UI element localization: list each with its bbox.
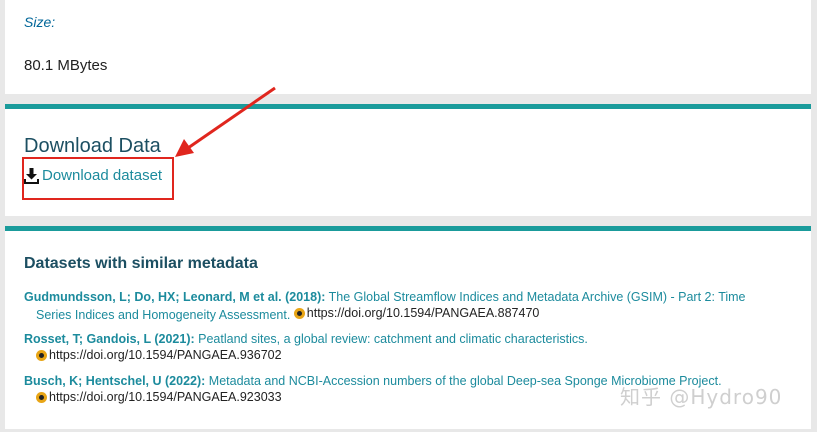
dataset-entry: Rosset, T; Gandois, L (2021): Peatland s… [24,331,784,365]
doi-icon [293,307,305,319]
watermark: 知乎 @Hydro90 [620,385,783,409]
dataset-entry: Gudmundsson, L; Do, HX; Leonard, M et al… [24,289,784,323]
entry-doi-link[interactable]: https://doi.org/10.1594/PANGAEA.936702 [24,347,282,363]
doi-icon [36,349,47,361]
size-label: Size: [24,14,56,30]
size-value: 80.1 MBytes [24,57,108,74]
entry-doi: https://doi.org/10.1594/PANGAEA.936702 [49,348,282,362]
entry-authors[interactable]: Gudmundsson, L; Do, HX; Leonard, M et al… [24,290,325,304]
size-panel: Size: 80.1 MBytes [5,0,811,94]
entry-doi: https://doi.org/10.1594/PANGAEA.923033 [49,390,282,404]
entry-title[interactable]: The Global Streamflow Indices and Metada… [329,290,746,304]
similar-datasets-title: Datasets with similar metadata [24,255,258,272]
entry-authors[interactable]: Busch, K; Hentschel, U (2022): [24,374,205,388]
entry-title[interactable]: Peatland sites, a global review: catchme… [198,332,588,346]
doi-icon [36,391,47,403]
entry-doi-link[interactable]: https://doi.org/10.1594/PANGAEA.887470 [293,305,540,321]
download-dataset-label: Download dataset [42,167,163,184]
entry-authors[interactable]: Rosset, T; Gandois, L (2021): [24,332,195,346]
download-panel: Download Data Download dataset [5,104,811,216]
download-dataset-link[interactable]: Download dataset [24,167,162,184]
download-title: Download Data [24,135,161,157]
entry-title-continued[interactable]: Series Indices and Homogeneity Assessmen… [24,308,290,322]
entry-doi-link[interactable]: https://doi.org/10.1594/PANGAEA.923033 [24,389,282,405]
entry-doi: https://doi.org/10.1594/PANGAEA.887470 [306,306,540,320]
download-icon [24,167,39,184]
